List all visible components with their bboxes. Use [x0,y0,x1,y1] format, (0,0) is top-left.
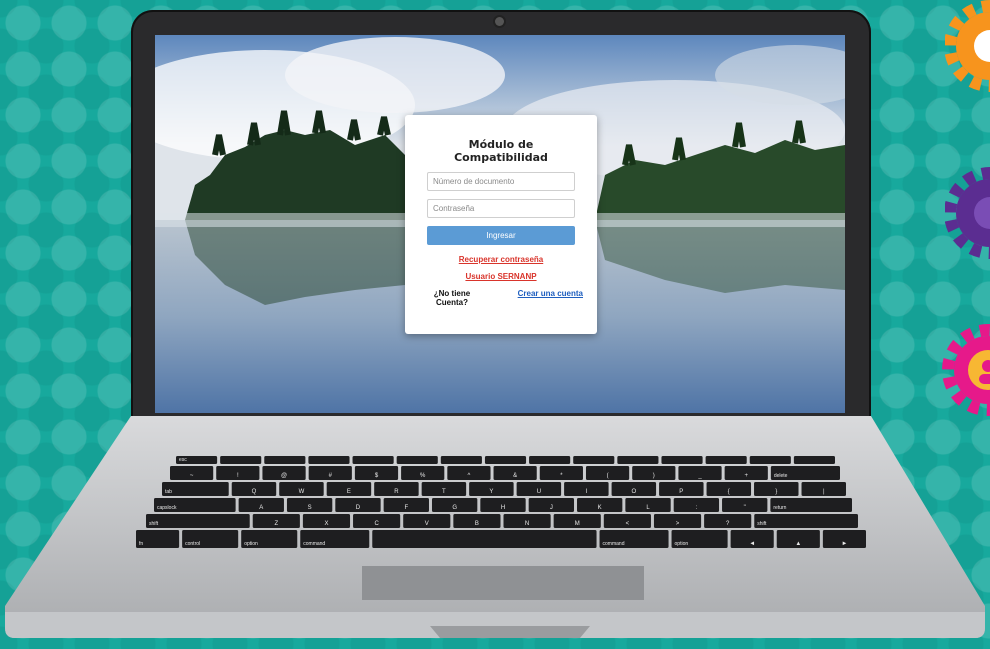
keyboard-key-label: " [744,505,746,511]
keyboard-key-label: < [626,521,630,527]
keyboard-key-label: D [356,505,361,511]
keyboard-key-label: & [513,473,517,479]
keyboard-key[interactable] [308,456,350,464]
recover-password-link[interactable]: Recuperar contraseña [427,255,575,264]
keyboard-key-label: U [537,489,541,495]
keyboard-key-label: % [420,473,426,479]
keyboard-key-label: ▲ [795,541,801,547]
keyboard-key-label: B [475,521,479,527]
keyboard-key-label: P [679,489,683,495]
keyboard-key-label: H [501,505,505,511]
keyboard-key-label: Z [274,521,278,527]
keyboard-key-label: A [259,505,263,511]
keyboard-key[interactable] [793,456,835,464]
gear-icon-orange [944,0,990,94]
keyboard-key-label: ^ [468,473,471,479]
keyboard-key-label: tab [165,489,172,495]
keyboard-key-label: J [550,505,553,511]
keyboard-key[interactable] [264,456,306,464]
keyboard-key[interactable] [705,456,747,464]
keyboard-key-label: F [404,505,408,511]
keyboard-key-label: E [347,489,351,495]
keyboard-key[interactable] [352,456,394,464]
keyboard-key-label: ~ [190,473,194,479]
keyboard-key[interactable] [440,456,482,464]
keyboard-key[interactable] [754,514,858,528]
keyboard-key-label: ( [607,473,609,479]
keyboard-key-label: capslock [157,505,177,511]
keyboard: esc~! @ # $% ^ & *() _ + deletetab Q W E R T Y U I O P{} |ca… [136,456,866,548]
keyboard-key-label: _ [697,473,702,479]
keyboard-key[interactable] [749,456,791,464]
trackpad[interactable] [362,566,644,600]
keyboard-key-label: option [675,541,689,547]
keyboard-key-label: R [394,489,399,495]
keyboard-key[interactable] [661,456,703,464]
keyboard-key-label: S [308,505,312,511]
laptop-screen: Módulo de Compatibilidad Ingresar Recupe… [155,35,845,413]
keyboard-key[interactable] [162,482,229,496]
keyboard-key-label: X [324,521,328,527]
password-input[interactable] [427,199,575,218]
keyboard-key-label: O [631,489,636,495]
keyboard-key-label: N [525,521,529,527]
sernanp-user-link[interactable]: Usuario SERNANP [427,272,575,281]
document-number-input[interactable] [427,172,575,191]
keyboard-key-label: shift [149,521,159,527]
keyboard-key-label: > [676,521,680,527]
keyboard-key-label: @ [281,473,287,479]
keyboard-key-label: ◄ [749,541,755,547]
keyboard-key-label: T [442,489,446,495]
keyboard-key-label: + [744,473,748,479]
keyboard-key[interactable] [529,456,571,464]
gear-icon-purple [944,165,990,261]
keyboard-key-label: W [299,489,305,495]
keyboard-key-label: command [603,541,625,547]
keyboard-key-label: K [598,505,602,511]
login-button[interactable]: Ingresar [427,226,575,245]
keyboard-key-label: G [452,505,457,511]
keyboard-key-label: delete [774,473,788,479]
account-row: ¿No tiene Cuenta? Crear una cuenta [427,289,583,307]
keyboard-key-label: { [728,489,730,495]
keyboard-key[interactable] [372,530,597,548]
laptop-base: esc~! @ # $% ^ & *() _ + deletetab Q W E R T Y U I O P{} |ca… [5,416,985,638]
keyboard-key-label: Q [252,489,257,495]
keyboard-key-label: ► [841,541,847,547]
keyboard-key-label: ) [653,473,655,479]
keyboard-key[interactable] [146,514,250,528]
keyboard-key[interactable] [484,456,527,464]
keyboard-key[interactable] [573,456,615,464]
keyboard-key-label: fn [139,541,143,547]
keyboard-key[interactable] [220,456,262,464]
no-account-text: ¿No tiene Cuenta? [433,289,471,307]
keyboard-key-label: return [773,505,786,511]
login-title: Módulo de Compatibilidad [454,138,548,164]
camera-icon [495,17,504,26]
keyboard-key-label: Y [489,489,493,495]
keyboard-key-label: option [244,541,258,547]
keyboard-key-label: } [775,489,777,495]
gear-icon-pink [940,322,990,418]
create-account-link[interactable]: Crear una cuenta [518,289,583,307]
keyboard-key-label: esc [179,457,187,463]
keyboard-key-label: C [374,521,379,527]
login-card: Módulo de Compatibilidad Ingresar Recupe… [405,115,597,334]
keyboard-key-label: shift [757,521,767,527]
keyboard-key-label: M [575,521,580,527]
keyboard-key-label: command [303,541,325,547]
keyboard-key[interactable] [396,456,438,464]
keyboard-key[interactable] [617,456,659,464]
keyboard-key-label: control [185,541,200,547]
keyboard-key-label: V [425,521,429,527]
